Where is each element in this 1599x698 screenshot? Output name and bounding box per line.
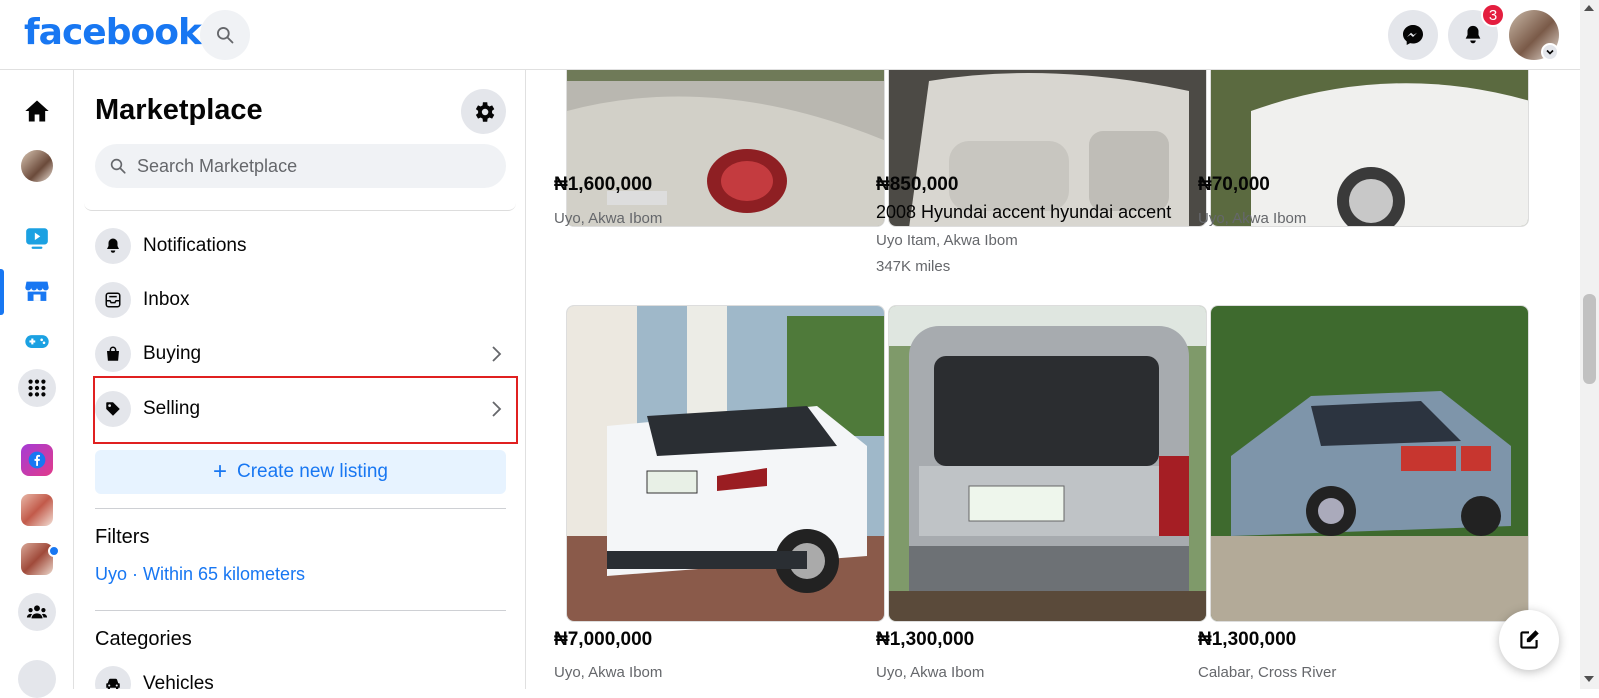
shopping-bag-icon — [95, 336, 131, 372]
unread-dot — [48, 545, 60, 557]
search-icon — [110, 158, 126, 174]
messenger-button[interactable] — [1388, 10, 1438, 60]
watch-rail-item[interactable] — [21, 222, 53, 254]
scroll-divider — [84, 201, 516, 211]
sidebar-item-label: Inbox — [143, 289, 190, 310]
left-rail-navigation — [0, 70, 74, 698]
bell-icon — [95, 228, 131, 264]
categories-heading: Categories — [95, 628, 192, 650]
category-item-vehicles[interactable]: Vehicles — [95, 658, 506, 689]
sidebar-item-label: Buying — [143, 343, 202, 364]
new-message-button[interactable] — [1499, 610, 1559, 670]
listing-price: ₦70,000 — [1198, 174, 1270, 195]
listing-photo[interactable] — [566, 70, 885, 227]
account-menu-chevron[interactable] — [1541, 43, 1559, 61]
inbox-icon — [95, 282, 131, 318]
video-play-icon — [26, 228, 48, 249]
menu-rail-item[interactable] — [18, 369, 56, 407]
plus-icon: + — [212, 458, 227, 485]
messenger-icon — [1403, 25, 1423, 45]
search-placeholder: Search Marketplace — [137, 155, 298, 176]
page-title: Marketplace — [95, 94, 263, 126]
listing-price: ₦1,600,000 — [554, 174, 653, 195]
create-listing-label: Create new listing — [236, 461, 389, 482]
listing-location: Uyo Itam, Akwa Ibom — [876, 232, 1018, 249]
sidebar-item-notifications[interactable]: Notifications — [95, 220, 506, 272]
listing-photo[interactable] — [888, 305, 1207, 622]
facebook-app-icon — [28, 451, 46, 469]
listing-price: ₦1,300,000 — [876, 629, 975, 650]
listings-feed: ₦1,600,000 Uyo, Akwa Ibom ₦850,000 2008 … — [526, 70, 1580, 689]
marketplace-rail-item[interactable] — [21, 275, 53, 307]
listing-photo[interactable] — [1210, 305, 1529, 622]
filters-heading: Filters — [95, 526, 150, 548]
groups-icon — [26, 605, 48, 619]
marketplace-search-input[interactable]: Search Marketplace — [95, 144, 506, 188]
sidebar-item-label: Notifications — [143, 235, 247, 256]
compose-icon — [1520, 630, 1539, 649]
more-rail-item[interactable] — [18, 660, 56, 698]
listing-title: 2008 Hyundai accent hyundai accent — [876, 202, 1172, 222]
search-button[interactable] — [200, 10, 250, 60]
chevron-down-icon — [1546, 49, 1554, 55]
active-indicator — [0, 269, 4, 315]
listing-location: Uyo, Akwa Ibom — [1198, 210, 1307, 227]
listing-price: ₦850,000 — [876, 174, 959, 195]
grid-menu-icon — [28, 379, 46, 397]
bell-icon — [1465, 25, 1481, 44]
location-filter-link[interactable]: Uyo · Within 65 kilometers — [95, 564, 305, 585]
gear-icon — [475, 101, 494, 122]
divider — [95, 508, 506, 509]
listing-location: Calabar, Cross River — [1198, 664, 1337, 681]
marketplace-sidebar: Marketplace Search Marketplace Notificat… — [74, 70, 526, 689]
listing-price: ₦1,300,000 — [1198, 629, 1297, 650]
listing-photo[interactable] — [1210, 70, 1529, 227]
storefront-icon — [25, 281, 49, 301]
listing-location: Uyo, Akwa Ibom — [554, 664, 663, 681]
listing-photo[interactable] — [566, 305, 885, 622]
listing-location: Uyo, Akwa Ibom — [554, 210, 663, 227]
home-icon — [25, 100, 49, 122]
search-icon — [217, 27, 234, 44]
chevron-right-icon — [486, 344, 506, 364]
listing-price: ₦7,000,000 — [554, 629, 653, 650]
category-label: Vehicles — [143, 673, 214, 689]
settings-button[interactable] — [461, 89, 506, 134]
shortcut-app-1[interactable] — [21, 444, 53, 476]
scroll-down-arrow[interactable] — [1584, 676, 1594, 682]
shortcut-group-1[interactable] — [21, 494, 53, 526]
selection-highlight — [93, 376, 518, 444]
notifications-badge: 3 — [1481, 3, 1505, 27]
facebook-logo[interactable]: facebook — [24, 12, 202, 53]
create-listing-button[interactable]: + Create new listing — [95, 450, 506, 494]
profile-rail-avatar[interactable] — [21, 150, 53, 182]
sidebar-item-inbox[interactable]: Inbox — [95, 274, 506, 326]
scroll-up-arrow[interactable] — [1584, 5, 1594, 11]
gamepad-icon — [25, 335, 49, 348]
page-scrollbar[interactable] — [1580, 0, 1599, 689]
gaming-rail-item[interactable] — [21, 325, 53, 357]
car-icon — [95, 666, 131, 689]
home-rail-item[interactable] — [21, 95, 53, 127]
listing-location: Uyo, Akwa Ibom — [876, 664, 985, 681]
sidebar-item-buying[interactable]: Buying — [95, 328, 506, 380]
scroll-thumb[interactable] — [1583, 294, 1596, 384]
divider — [95, 610, 506, 611]
groups-rail-item[interactable] — [18, 593, 56, 631]
listing-mileage: 347K miles — [876, 258, 951, 275]
top-navigation-bar: facebook 3 — [0, 0, 1580, 70]
